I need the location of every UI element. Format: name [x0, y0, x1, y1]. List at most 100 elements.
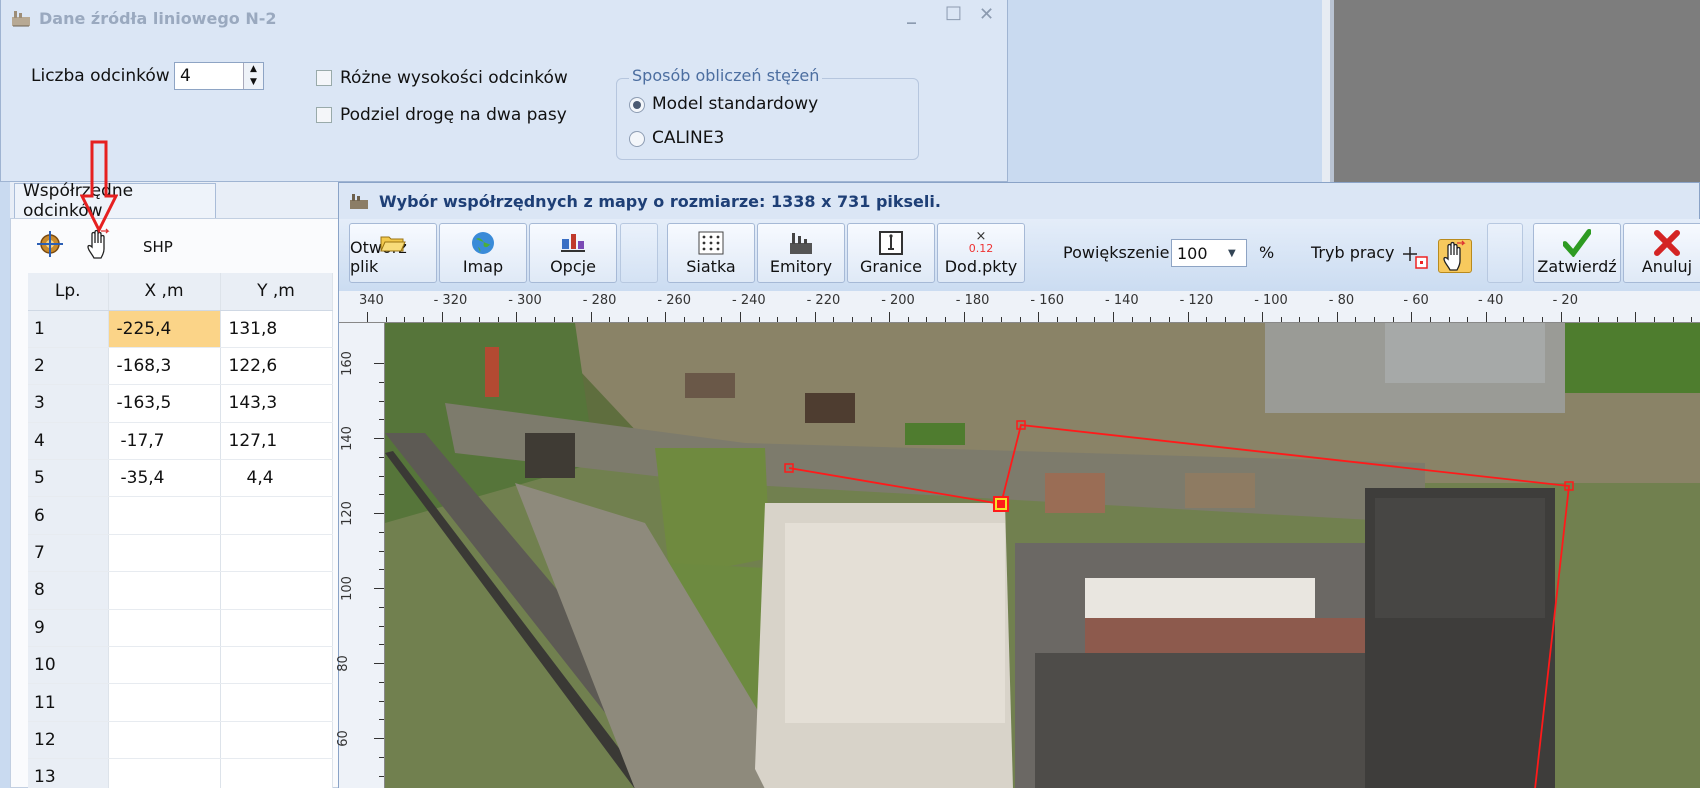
ruler-x-label: - 160	[1030, 293, 1065, 308]
ruler-tick	[1523, 317, 1524, 322]
segment-count-stepper[interactable]: 4 ▲ ▼	[174, 62, 264, 90]
target-crosshair-icon[interactable]	[36, 230, 64, 258]
ruler-tick	[740, 312, 741, 322]
y-cell[interactable]	[220, 534, 333, 573]
ruler-tick	[1188, 312, 1189, 322]
y-cell[interactable]	[220, 646, 333, 685]
boundary-icon	[877, 230, 905, 256]
different-heights-checkbox[interactable]	[316, 70, 332, 86]
maximize-button[interactable]: □	[945, 2, 962, 23]
standard-model-label: Model standardowy	[652, 94, 819, 114]
row-number: 6	[28, 496, 109, 535]
ruler-tick	[1673, 317, 1674, 322]
ruler-tick	[554, 317, 555, 322]
ruler-tick	[1505, 317, 1506, 322]
y-cell[interactable]: 4,4	[220, 459, 333, 498]
x-cell[interactable]: -35,4	[108, 459, 221, 498]
x-cell[interactable]: -168,3	[108, 347, 221, 386]
globe-icon	[469, 230, 497, 256]
column-header-lp[interactable]: Lp.	[28, 273, 109, 311]
ruler-x-label: - 40	[1478, 293, 1504, 308]
close-button[interactable]: ✕	[979, 4, 994, 25]
ruler-x-label: - 220	[806, 293, 841, 308]
column-header-x[interactable]: X ,m	[108, 273, 221, 311]
open-file-button[interactable]: Otwórz plik	[349, 223, 437, 283]
stepper-arrows[interactable]: ▲ ▼	[243, 63, 263, 89]
x-cell[interactable]: -17,7	[108, 422, 221, 461]
hand-mode-toggle[interactable]	[1438, 239, 1472, 273]
y-cell[interactable]	[220, 758, 333, 788]
ruler-tick	[479, 317, 480, 322]
ruler-tick	[1337, 312, 1338, 322]
y-cell[interactable]: 143,3	[220, 384, 333, 423]
ruler-tick	[1635, 312, 1636, 322]
ruler-tick	[1318, 317, 1319, 322]
aerial-map[interactable]	[385, 323, 1700, 788]
ruler-x-label: - 200	[881, 293, 915, 308]
cancel-button[interactable]: Anuluj	[1623, 223, 1700, 283]
zoom-value[interactable]: 100	[1172, 244, 1228, 263]
segment-count-value[interactable]: 4	[175, 66, 243, 86]
row-number: 11	[28, 683, 109, 722]
table-row: 7	[28, 534, 333, 573]
grid-button[interactable]: Siatka	[667, 223, 755, 283]
boundaries-button[interactable]: Granice	[847, 223, 935, 283]
emitters-button[interactable]: Emitory	[757, 223, 845, 283]
x-cell[interactable]: -225,4	[108, 310, 221, 348]
y-cell[interactable]	[220, 496, 333, 535]
add-points-icon: × 0.12	[968, 229, 994, 255]
zoom-select[interactable]: 100 ▼	[1171, 239, 1247, 267]
x-cell[interactable]	[108, 496, 221, 535]
x-cell[interactable]	[108, 646, 221, 685]
ruler-tick	[374, 438, 384, 439]
y-cell[interactable]	[220, 609, 333, 648]
row-number: 7	[28, 534, 109, 573]
dropdown-arrow-icon[interactable]: ▼	[1228, 248, 1246, 259]
y-cell[interactable]: 131,8	[220, 310, 333, 348]
imap-button[interactable]: Imap	[439, 223, 527, 283]
stepper-up-icon[interactable]: ▲	[244, 63, 263, 76]
ruler-tick	[516, 312, 517, 322]
aerial-map-image	[385, 323, 1700, 788]
add-points-button[interactable]: × 0.12 Dod.pkty	[937, 223, 1025, 283]
y-cell[interactable]	[220, 571, 333, 610]
split-road-label: Podziel drogę na dwa pasy	[340, 105, 567, 125]
ruler-tick	[1169, 317, 1170, 322]
ruler-tick	[1691, 317, 1692, 322]
stepper-down-icon[interactable]: ▼	[244, 76, 263, 89]
ruler-tick	[1094, 317, 1095, 322]
split-road-checkbox[interactable]	[316, 107, 332, 123]
row-number: 12	[28, 721, 109, 760]
standard-model-radio[interactable]	[629, 97, 645, 113]
ruler-tick	[1020, 317, 1021, 322]
ruler-y-label: 140	[339, 426, 355, 451]
ruler-y-label: 160	[339, 351, 355, 376]
y-cell[interactable]: 122,6	[220, 347, 333, 386]
options-icon	[559, 230, 587, 256]
y-cell[interactable]	[220, 721, 333, 760]
shp-button[interactable]: SHP	[143, 238, 173, 256]
ruler-tick	[703, 317, 704, 322]
ruler-tick	[945, 317, 946, 322]
options-button[interactable]: Opcje	[529, 223, 617, 283]
y-cell[interactable]: 127,1	[220, 422, 333, 461]
column-header-y[interactable]: Y ,m	[220, 273, 333, 311]
grid-icon	[697, 230, 725, 256]
ruler-tick	[1076, 317, 1077, 322]
x-cell[interactable]	[108, 609, 221, 648]
x-cell[interactable]	[108, 683, 221, 722]
y-cell[interactable]	[220, 683, 333, 722]
ruler-tick	[665, 312, 666, 322]
ruler-tick	[1598, 317, 1599, 322]
caline3-radio[interactable]	[629, 131, 645, 147]
x-cell[interactable]	[108, 571, 221, 610]
x-cell[interactable]: -163,5	[108, 384, 221, 423]
x-cell[interactable]	[108, 758, 221, 788]
table-row: 12	[28, 721, 333, 760]
x-cell[interactable]	[108, 721, 221, 760]
x-cell[interactable]	[108, 534, 221, 573]
minimize-button[interactable]: _	[907, 4, 916, 25]
ruler-tick	[1150, 317, 1151, 322]
confirm-button[interactable]: Zatwierdź	[1533, 223, 1621, 283]
add-point-mode-icon[interactable]	[1402, 245, 1430, 271]
